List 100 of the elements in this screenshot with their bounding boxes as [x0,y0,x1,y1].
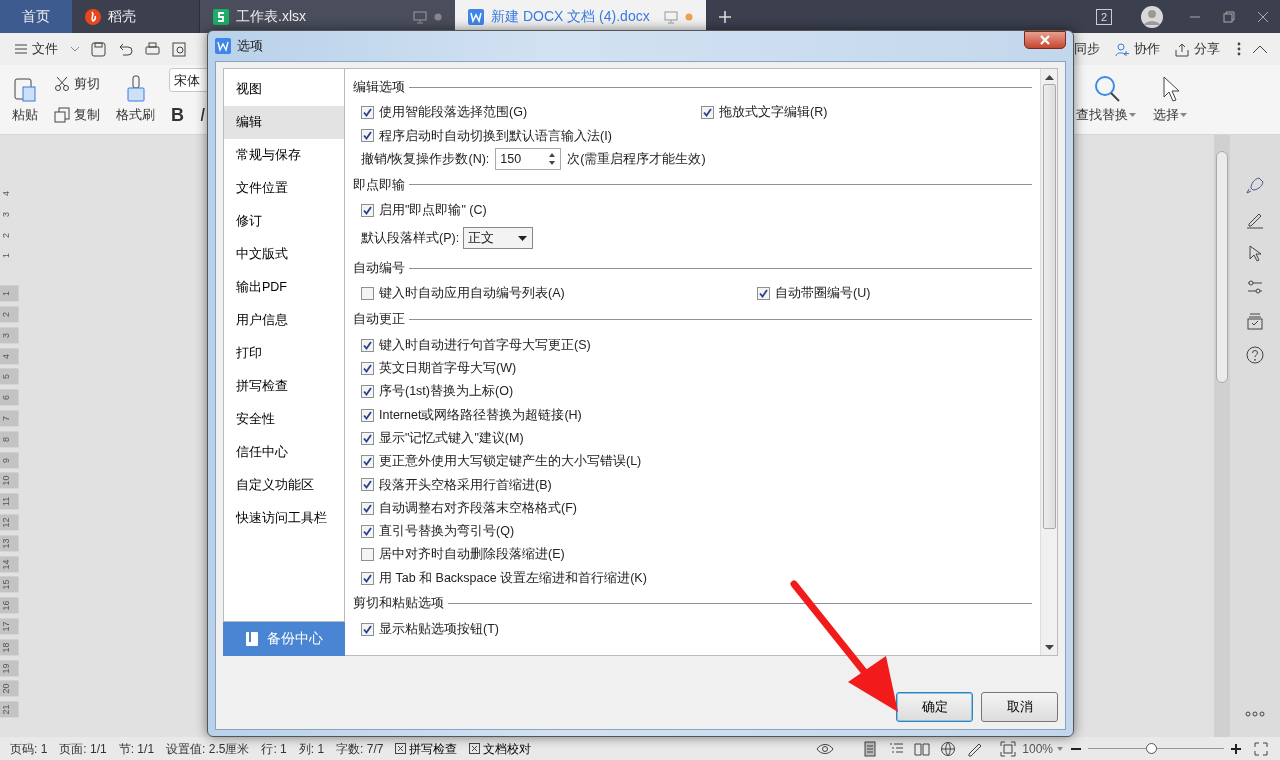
ok-button[interactable]: 确定 [896,692,973,722]
section-title: 编辑选项 [353,78,405,96]
checkbox[interactable] [361,571,374,585]
sidebar-item[interactable]: 安全性 [224,403,344,436]
sidebar-item[interactable]: 编辑 [224,106,344,139]
sliders-icon[interactable] [1245,277,1265,297]
tab[interactable]: 首页 [0,0,72,33]
checkbox[interactable] [757,287,770,301]
checkbox-label: 用 Tab 和 Backspace 设置左缩进和首行缩进(K) [379,569,647,587]
format-painter-button[interactable]: 格式刷 [114,74,157,125]
toolbar-button[interactable]: 协作 [1112,37,1162,61]
scroll-up-icon[interactable] [1044,75,1054,81]
checkbox[interactable] [361,338,374,352]
scrollbar[interactable] [1214,135,1230,737]
more-icon[interactable] [1245,711,1265,717]
checkbox[interactable] [361,478,374,492]
dot-icon [433,11,443,22]
preview-icon[interactable] [171,40,188,58]
save-icon[interactable] [90,40,107,58]
fit-icon[interactable] [1000,740,1017,757]
ruler-number: 4 [0,189,12,198]
print-icon[interactable] [144,40,161,58]
checkbox-label: 拖放式文字编辑(R) [719,104,828,122]
italic-button[interactable]: I [198,100,207,131]
zoom-dropdown[interactable]: 100% [1016,739,1070,758]
monitor-icon [413,9,427,24]
checkbox[interactable] [361,548,374,562]
caret-icon [1179,112,1188,119]
sidebar-item[interactable]: 中文版式 [224,238,344,271]
sidebar-item[interactable]: 信任中心 [224,436,344,469]
checkbox[interactable] [361,408,374,422]
style-dropdown[interactable]: 正文 [463,227,534,250]
collapse-icon[interactable] [1252,44,1268,54]
bold-button[interactable]: B [169,100,186,131]
scroll-down-icon[interactable] [1044,645,1054,651]
menu-icon [14,43,28,55]
add-person-icon [1114,41,1130,57]
caret-icon [1056,745,1064,752]
toolbar-button[interactable]: 同步 [1072,37,1102,61]
slider-thumb[interactable] [1145,743,1157,754]
checkbox-label: Internet或网络路径替换为超链接(H) [379,406,582,424]
status-text: 设置值: 2.5厘米 [165,740,251,758]
tray-check-icon[interactable] [1245,311,1265,331]
sidebar-item[interactable]: 快速访问工具栏 [224,502,344,535]
toolbar-button[interactable]: 分享 [1172,37,1222,61]
help-icon[interactable] [1245,345,1265,365]
cancel-button[interactable]: 取消 [981,692,1058,722]
status-text: 页码: 1 [9,740,49,758]
caret-icon [1128,112,1137,119]
checkbox[interactable] [361,204,374,218]
sidebar-item[interactable]: 自定义功能区 [224,469,344,502]
checkbox[interactable] [361,455,374,469]
document-icon [215,38,231,54]
sidebar-item[interactable]: 修订 [224,205,344,238]
page-view-icon[interactable] [862,740,879,757]
scrollbar[interactable] [1040,69,1057,655]
ruler-number: 13 [0,535,19,552]
sidebar-item[interactable]: 拼写检查 [224,370,344,403]
eye-icon[interactable] [816,741,835,756]
checkbox[interactable] [361,622,374,636]
ruler-number: 19 [0,659,19,676]
checkbox[interactable] [361,287,374,301]
plus-icon[interactable] [1230,742,1242,755]
checkbox[interactable] [701,106,714,120]
sidebar-item[interactable]: 用户信息 [224,304,344,337]
find-replace-button[interactable]: 查找替换 [1074,74,1139,125]
ruler-number: 20 [0,680,19,697]
checkbox[interactable] [361,129,374,143]
sidebar-item[interactable]: 常规与保存 [224,139,344,172]
checkbox-x-icon [469,743,481,754]
close-button[interactable] [1024,31,1066,49]
backup-button[interactable]: 备份中心 [223,622,345,656]
status-button[interactable]: 文档校对 [463,739,538,758]
number-field[interactable]: 150 [495,148,562,171]
status-button[interactable]: 拼写检查 [389,739,464,758]
sidebar-item[interactable]: 打印 [224,337,344,370]
book-icon [245,631,259,647]
cut-button[interactable]: 剪切 [52,72,102,96]
copy-button[interactable]: 复制 [52,103,102,127]
book-icon[interactable] [914,740,931,757]
flame-icon [84,7,102,26]
ruler-number: 5 [0,368,19,385]
field-label: 撤销/恢复操作步数(N): [361,150,490,168]
checkbox[interactable] [361,501,374,515]
more-icon[interactable] [1236,41,1242,57]
sidebar-item[interactable]: 文件位置 [224,172,344,205]
ruler-number: 7 [0,410,19,427]
window-count[interactable]: 2 [1095,8,1112,25]
select-button[interactable]: 选择 [1151,74,1190,125]
avatar-icon[interactable] [1140,4,1164,29]
checkbox[interactable] [361,385,374,399]
checkbox[interactable] [361,106,374,120]
file-menu[interactable]: 文件 [12,37,60,61]
checkbox[interactable] [361,361,374,375]
checkbox[interactable] [361,431,374,445]
checkbox[interactable] [361,525,374,538]
globe-icon[interactable] [940,740,957,757]
paste-button[interactable]: 粘贴 [10,74,40,125]
checkbox-label: 显示粘贴选项按钮(T) [379,621,499,638]
sidebar-item[interactable]: 输出PDF [224,271,344,304]
